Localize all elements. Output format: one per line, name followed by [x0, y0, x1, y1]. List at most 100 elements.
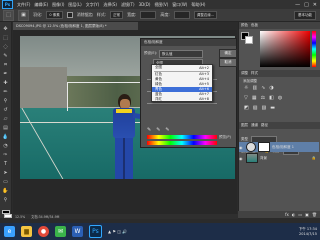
gradient-map-icon[interactable]: ▬: [270, 105, 275, 111]
eraser-tool-icon[interactable]: ▱: [2, 116, 10, 122]
menu-type[interactable]: 文字(Y): [84, 2, 102, 8]
trash-icon[interactable]: 🗑: [312, 212, 317, 217]
layer-name[interactable]: 色相/饱和度 1: [272, 145, 294, 150]
exposure-icon[interactable]: ◑: [269, 85, 273, 91]
eyedropper-add-icon[interactable]: ✎: [156, 127, 160, 133]
channel-option-magentas[interactable]: 洋红 Alt+8: [152, 97, 212, 102]
new-layer-icon[interactable]: ▣: [305, 212, 309, 217]
menu-filter[interactable]: 滤镜(T): [119, 2, 137, 8]
tab-channels[interactable]: 通道: [251, 123, 258, 128]
refine-edge-button[interactable]: 调整边缘...: [193, 11, 218, 19]
explorer-icon[interactable]: ▆: [21, 226, 32, 237]
pen-tool-icon[interactable]: ✑: [2, 152, 10, 158]
layer-row-hue-sat[interactable]: ◉ 色相/饱和度 1: [239, 142, 319, 152]
eyedropper-icon[interactable]: ✎: [147, 127, 151, 133]
hue-sat-icon[interactable]: ▦: [252, 95, 257, 101]
quick-select-tool-icon[interactable]: ✎: [2, 53, 10, 59]
lightness-slider[interactable]: [147, 103, 217, 104]
document-tab[interactable]: DSC09094.JPG @ 12.5% (色相/饱和度 1, 图层蒙版/8) …: [13, 22, 138, 30]
menu-image[interactable]: 图像(I): [50, 2, 66, 8]
adjustment-icon[interactable]: ◐: [292, 212, 296, 217]
eyedropper-subtract-icon[interactable]: ✎: [165, 127, 169, 133]
color-balance-icon[interactable]: ⚖: [261, 95, 265, 101]
background-color-swatch[interactable]: [3, 214, 12, 218]
tab-paths[interactable]: 路径: [261, 123, 268, 128]
brush-tool-icon[interactable]: ✏: [2, 89, 10, 95]
tray-icons[interactable]: ▲ ⚑ ◫ 🔊: [108, 229, 127, 234]
zoom-tool-icon[interactable]: ⚲: [2, 197, 10, 203]
menu-view[interactable]: 视图(V): [152, 2, 170, 8]
menu-edit[interactable]: 编辑(E): [32, 2, 50, 8]
workspace-select[interactable]: 基本功能: [294, 10, 316, 20]
photoshop-taskbar-icon[interactable]: Ps: [89, 225, 102, 238]
background-swatch-panel[interactable]: [245, 36, 253, 44]
lasso-tool-icon[interactable]: ◌: [2, 44, 10, 50]
ie-icon[interactable]: e: [4, 226, 15, 237]
gradient-tool-icon[interactable]: ▤: [2, 125, 10, 131]
blur-tool-icon[interactable]: 💧: [2, 134, 10, 140]
menu-help[interactable]: 帮助(H): [189, 2, 207, 8]
wechat-icon[interactable]: ✉: [55, 226, 66, 237]
clock[interactable]: 下午 17:34 2014/7/15: [299, 227, 317, 237]
healing-tool-icon[interactable]: ✚: [2, 80, 10, 86]
menu-layer[interactable]: 图层(L): [66, 2, 83, 8]
style-select[interactable]: 正常: [110, 11, 124, 19]
menu-file[interactable]: 文件(F): [15, 2, 32, 8]
chrome-icon[interactable]: ●: [38, 226, 49, 237]
path-select-tool-icon[interactable]: ➤: [2, 170, 10, 176]
fx-icon[interactable]: fx: [285, 212, 289, 217]
hand-tool-icon[interactable]: ✋: [2, 188, 10, 194]
visibility-eye-icon[interactable]: ◉: [239, 156, 244, 161]
vibrance-icon[interactable]: ▽: [244, 95, 248, 101]
preview-label[interactable]: 预览(P): [219, 135, 231, 140]
tab-styles[interactable]: 样式: [251, 71, 258, 76]
preset-select[interactable]: 默认值: [159, 50, 203, 58]
cancel-button[interactable]: 取消: [219, 58, 237, 67]
minimize-button[interactable]: —: [295, 2, 300, 8]
levels-icon[interactable]: ▥: [252, 85, 257, 91]
bw-icon[interactable]: ◧: [269, 95, 274, 101]
group-icon[interactable]: ▭: [298, 212, 302, 217]
menu-3d[interactable]: 3D(D): [137, 2, 153, 7]
posterize-icon[interactable]: ▧: [253, 105, 258, 111]
type-tool-icon[interactable]: T: [2, 161, 10, 167]
new-selection-icon[interactable]: ▣: [18, 9, 29, 21]
channel-option-master[interactable]: 全图 Alt+2: [152, 65, 212, 70]
layer-name[interactable]: 背景: [260, 156, 267, 161]
move-tool-icon[interactable]: ✥: [2, 26, 10, 32]
photo-filter-icon[interactable]: ◍: [278, 95, 282, 101]
visibility-eye-icon[interactable]: ◉: [239, 145, 244, 150]
dodge-tool-icon[interactable]: ◔: [2, 143, 10, 149]
maximize-button[interactable]: □: [304, 2, 309, 8]
tab-color[interactable]: 颜色: [241, 23, 248, 28]
tab-adjustments[interactable]: 调整: [241, 71, 248, 76]
tab-layers[interactable]: 图层: [241, 123, 248, 128]
marquee-tool-icon[interactable]: ⬚: [2, 35, 10, 41]
history-brush-icon[interactable]: ↺: [2, 107, 10, 113]
shape-tool-icon[interactable]: ▭: [2, 179, 10, 185]
crop-tool-icon[interactable]: ⌗: [2, 62, 10, 68]
menu-window[interactable]: 窗口(W): [170, 2, 189, 8]
brightness-icon[interactable]: ☼: [244, 85, 248, 91]
ok-button[interactable]: 确定: [219, 49, 237, 58]
layer-row-background[interactable]: ◉ 背景 🔒: [239, 153, 319, 163]
layers-panel-tabs: 图层 通道 路径: [239, 122, 320, 129]
hue-spectrum-bar[interactable]: [312, 31, 316, 67]
tab-swatches[interactable]: 色板: [251, 23, 258, 28]
width-input[interactable]: [140, 11, 157, 19]
curves-icon[interactable]: ∿: [261, 85, 265, 91]
antialias-checkbox[interactable]: [66, 12, 73, 18]
color-field[interactable]: [260, 31, 310, 67]
marquee-tool-preset-icon[interactable]: ⬚: [3, 9, 14, 21]
layer-mask-thumbnail[interactable]: [258, 142, 270, 152]
height-input[interactable]: [173, 11, 190, 19]
invert-icon[interactable]: ◩: [244, 105, 249, 111]
feather-input[interactable]: 0 像素: [46, 11, 63, 19]
menu-select[interactable]: 选择(S): [101, 2, 119, 8]
word-icon[interactable]: W: [72, 226, 83, 237]
close-button[interactable]: ✕: [313, 2, 317, 8]
stamp-tool-icon[interactable]: ⚲: [2, 98, 10, 104]
zoom-level[interactable]: 12.5%: [15, 215, 25, 219]
eyedropper-tool-icon[interactable]: ✒: [2, 71, 10, 77]
threshold-icon[interactable]: ▨: [261, 105, 266, 111]
